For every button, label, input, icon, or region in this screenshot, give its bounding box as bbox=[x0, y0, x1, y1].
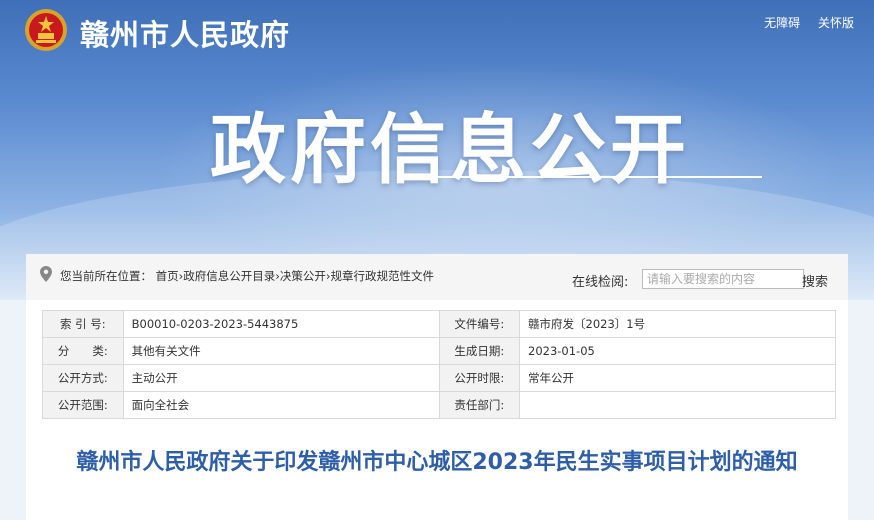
site-name[interactable]: 赣州市人民政府 bbox=[80, 12, 290, 54]
accessibility-link[interactable]: 无障碍 bbox=[764, 16, 800, 30]
breadcrumb: 您当前所在位置： 首页›政府信息公开目录›决策公开›规章行政规范性文件 bbox=[60, 268, 434, 284]
meta-key: 文件编号: bbox=[438, 310, 521, 338]
meta-value: 主动公开 bbox=[122, 364, 440, 392]
meta-value: 其他有关文件 bbox=[122, 337, 440, 365]
document-title: 赣州市人民政府关于印发赣州市中心城区2023年民生实事项目计划的通知 bbox=[76, 450, 798, 475]
search-label: 在线检阅: bbox=[572, 275, 629, 290]
table-row: 分 类: 其他有关文件 生成日期: 2023-01-05 bbox=[42, 337, 836, 365]
national-emblem-icon[interactable] bbox=[24, 8, 68, 52]
table-row: 公开方式: 主动公开 公开时限: 常年公开 bbox=[42, 364, 836, 392]
meta-value: 面向全社会 bbox=[122, 391, 440, 419]
meta-value: 2023-01-05 bbox=[519, 337, 836, 365]
meta-value: 赣市府发〔2023〕1号 bbox=[519, 310, 836, 338]
search-button[interactable]: 搜索 bbox=[802, 271, 828, 290]
meta-key: 分 类: bbox=[42, 337, 124, 365]
table-row: 公开范围: 面向全社会 责任部门: bbox=[42, 391, 836, 419]
table-row: 索 引 号: B00010-0203-2023-5443875 文件编号: 赣市… bbox=[42, 310, 836, 338]
meta-key: 公开范围: bbox=[42, 391, 124, 419]
hero-underline bbox=[398, 176, 762, 178]
meta-key: 公开方式: bbox=[42, 364, 124, 392]
document-metadata-table: 索 引 号: B00010-0203-2023-5443875 文件编号: 赣市… bbox=[42, 310, 836, 419]
breadcrumb-prefix: 您当前所在位置： bbox=[60, 269, 152, 283]
breadcrumb-path[interactable]: 首页›政府信息公开目录›决策公开›规章行政规范性文件 bbox=[156, 269, 434, 283]
elderly-care-link[interactable]: 关怀版 bbox=[818, 16, 854, 30]
meta-value: 常年公开 bbox=[519, 364, 836, 392]
meta-key: 生成日期: bbox=[438, 337, 521, 365]
meta-key: 责任部门: bbox=[438, 391, 521, 419]
location-pin-icon bbox=[40, 266, 52, 282]
breadcrumb-bar: 您当前所在位置： 首页›政府信息公开目录›决策公开›规章行政规范性文件 在线检阅… bbox=[26, 254, 848, 300]
content-panel: 您当前所在位置： 首页›政府信息公开目录›决策公开›规章行政规范性文件 在线检阅… bbox=[26, 254, 848, 520]
search-input[interactable] bbox=[642, 269, 804, 289]
meta-value bbox=[519, 391, 836, 419]
hero-title: 政府信息公开 bbox=[210, 105, 690, 194]
top-links: 无障碍 关怀版 bbox=[750, 14, 854, 31]
meta-value: B00010-0203-2023-5443875 bbox=[122, 310, 440, 338]
meta-key: 索 引 号: bbox=[42, 310, 124, 338]
meta-key: 公开时限: bbox=[438, 364, 521, 392]
